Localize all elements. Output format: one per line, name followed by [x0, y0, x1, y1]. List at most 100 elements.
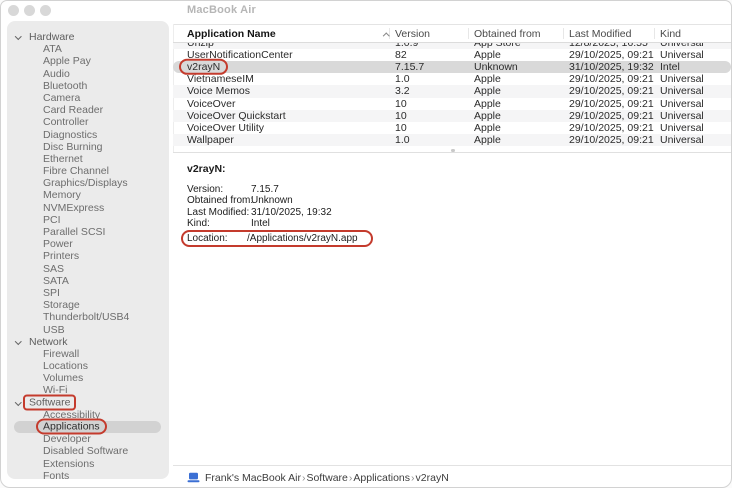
- system-information-window: MacBook Air HardwareATAApple PayAudioBlu…: [0, 0, 732, 488]
- sidebar-item-disabled-software[interactable]: Disabled Software: [14, 445, 161, 457]
- sidebar-item-diagnostics[interactable]: Diagnostics: [14, 129, 161, 141]
- sidebar-item-sas[interactable]: SAS: [14, 263, 161, 275]
- table-row-voice-memos[interactable]: Voice Memos3.2Apple29/10/2025, 09:21Univ…: [173, 85, 731, 97]
- sidebar-item-memory[interactable]: Memory: [14, 189, 161, 201]
- sidebar-item-label: Audio: [43, 68, 70, 80]
- sidebar-item-power[interactable]: Power: [14, 238, 161, 250]
- sidebar-item-fonts[interactable]: Fonts: [14, 470, 161, 479]
- close-button[interactable]: [8, 5, 19, 16]
- kind-cell: Universal: [660, 122, 704, 134]
- sidebar-item-volumes[interactable]: Volumes: [14, 372, 161, 384]
- sidebar-item-nvmexpress[interactable]: NVMExpress: [14, 202, 161, 214]
- sidebar-item-graphics-displays[interactable]: Graphics/Displays: [14, 177, 161, 189]
- sidebar-item-spi[interactable]: SPI: [14, 287, 161, 299]
- column-header-version[interactable]: Version: [395, 25, 430, 43]
- splitter-handle-icon[interactable]: [451, 149, 455, 152]
- breadcrumb-segment-software[interactable]: Software: [306, 472, 347, 484]
- sidebar-item-label: Fonts: [43, 470, 69, 479]
- column-divider[interactable]: [389, 28, 390, 39]
- sidebar-item-label: Parallel SCSI: [43, 226, 105, 238]
- breadcrumb: Frank's MacBook Air›Software›Application…: [205, 472, 449, 484]
- app-name-cell: VoiceOver: [187, 98, 235, 110]
- detail-field-kind: Kind:Intel: [187, 218, 373, 229]
- sidebar-item-fibre-channel[interactable]: Fibre Channel: [14, 165, 161, 177]
- table-row-voiceover-utility[interactable]: VoiceOver Utility10Apple29/10/2025, 09:2…: [173, 122, 731, 134]
- breadcrumb-segment-applications[interactable]: Applications: [353, 472, 410, 484]
- obtained-from-cell: Unknown: [474, 61, 518, 73]
- detail-field-label: Location:: [187, 233, 247, 244]
- application-table: Unzip1.0.9App Store12/8/2025, 16:55Unive…: [173, 43, 731, 147]
- column-header-kind[interactable]: Kind: [660, 25, 681, 43]
- detail-field-value: Intel: [251, 218, 270, 229]
- sidebar-item-card-reader[interactable]: Card Reader: [14, 104, 161, 116]
- table-row-v2rayn[interactable]: v2rayN7.15.7Unknown31/10/2025, 19:32Inte…: [173, 61, 731, 73]
- detail-field-obtained-from: Obtained from:Unknown: [187, 195, 373, 206]
- sidebar-item-software[interactable]: Software: [14, 397, 161, 409]
- version-cell: 10: [395, 98, 407, 110]
- sidebar-item-network[interactable]: Network: [14, 336, 161, 348]
- breadcrumb-segment-v2rayn[interactable]: v2rayN: [416, 472, 449, 484]
- detail-field-value: /Applications/v2rayN.app: [247, 233, 358, 244]
- sidebar-item-label: Extensions: [43, 458, 94, 470]
- sidebar-item-label: Controller: [43, 116, 89, 128]
- kind-cell: Universal: [660, 49, 704, 61]
- chevron-down-icon: [15, 338, 21, 344]
- column-header-last-modified[interactable]: Last Modified: [569, 25, 631, 43]
- column-divider[interactable]: [563, 28, 564, 39]
- breadcrumb-segment-frank-s-macbook-air[interactable]: Frank's MacBook Air: [205, 472, 301, 484]
- status-bar: Frank's MacBook Air›Software›Application…: [173, 465, 731, 488]
- sidebar-item-audio[interactable]: Audio: [14, 68, 161, 80]
- sidebar-item-camera[interactable]: Camera: [14, 92, 161, 104]
- kind-cell: Intel: [660, 61, 680, 73]
- sidebar-item-label: Camera: [43, 92, 80, 104]
- last-modified-cell: 29/10/2025, 09:21: [569, 73, 654, 85]
- column-header-application-name[interactable]: Application Name: [187, 25, 276, 43]
- table-row-voiceover[interactable]: VoiceOver10Apple29/10/2025, 09:21Univers…: [173, 98, 731, 110]
- table-row-voiceover-quickstart[interactable]: VoiceOver Quickstart10Apple29/10/2025, 0…: [173, 110, 731, 122]
- obtained-from-cell: Apple: [474, 49, 501, 61]
- sidebar-item-controller[interactable]: Controller: [14, 116, 161, 128]
- sidebar-item-apple-pay[interactable]: Apple Pay: [14, 55, 161, 67]
- sidebar-item-disc-burning[interactable]: Disc Burning: [14, 141, 161, 153]
- obtained-from-cell: Apple: [474, 110, 501, 122]
- app-name-cell: Wallpaper: [187, 134, 234, 146]
- sidebar-item-printers[interactable]: Printers: [14, 250, 161, 262]
- table-row-wallpaper[interactable]: Wallpaper1.0Apple29/10/2025, 09:21Univer…: [173, 134, 731, 146]
- obtained-from-cell: Apple: [474, 85, 501, 97]
- sidebar-item-parallel-scsi[interactable]: Parallel SCSI: [14, 226, 161, 238]
- kind-cell: Universal: [660, 98, 704, 110]
- sidebar-item-label: Disabled Software: [43, 445, 128, 457]
- detail-field-value: 7.15.7: [251, 184, 279, 195]
- sidebar-item-applications[interactable]: Applications: [14, 421, 161, 433]
- sidebar-item-ata[interactable]: ATA: [14, 43, 161, 55]
- sidebar-item-thunderbolt-usb4[interactable]: Thunderbolt/USB4: [14, 311, 161, 323]
- sidebar-item-ethernet[interactable]: Ethernet: [14, 153, 161, 165]
- version-cell: 7.15.7: [395, 61, 424, 73]
- obtained-from-cell: Apple: [474, 98, 501, 110]
- column-header-obtained-from[interactable]: Obtained from: [474, 25, 541, 43]
- minimize-button[interactable]: [24, 5, 35, 16]
- column-divider[interactable]: [654, 28, 655, 39]
- details-fields: Version:7.15.7Obtained from:UnknownLast …: [187, 184, 373, 247]
- sidebar-item-developer[interactable]: Developer: [14, 433, 161, 445]
- sidebar-item-label: Bluetooth: [43, 80, 87, 92]
- sidebar-item-label: Card Reader: [43, 104, 103, 116]
- sidebar-item-usb[interactable]: USB: [14, 324, 161, 336]
- sidebar-item-locations[interactable]: Locations: [14, 360, 161, 372]
- sidebar-item-sata[interactable]: SATA: [14, 275, 161, 287]
- sidebar-item-extensions[interactable]: Extensions: [14, 458, 161, 470]
- sidebar-item-label: Locations: [43, 360, 88, 372]
- app-name-cell: Voice Memos: [187, 85, 250, 97]
- sidebar-item-bluetooth[interactable]: Bluetooth: [14, 80, 161, 92]
- zoom-button[interactable]: [40, 5, 51, 16]
- sidebar-item-pci[interactable]: PCI: [14, 214, 161, 226]
- column-divider[interactable]: [468, 28, 469, 39]
- app-name-cell: VoiceOver Quickstart: [187, 110, 286, 122]
- sidebar-item-label: Diagnostics: [43, 129, 97, 141]
- table-row-usernotificationcenter[interactable]: UserNotificationCenter82Apple29/10/2025,…: [173, 49, 731, 61]
- sidebar-item-storage[interactable]: Storage: [14, 299, 161, 311]
- table-row-vietnameseim[interactable]: VietnameseIM1.0Apple29/10/2025, 09:21Uni…: [173, 73, 731, 85]
- version-cell: 10: [395, 122, 407, 134]
- sidebar-item-firewall[interactable]: Firewall: [14, 348, 161, 360]
- sidebar-item-hardware[interactable]: Hardware: [14, 31, 161, 43]
